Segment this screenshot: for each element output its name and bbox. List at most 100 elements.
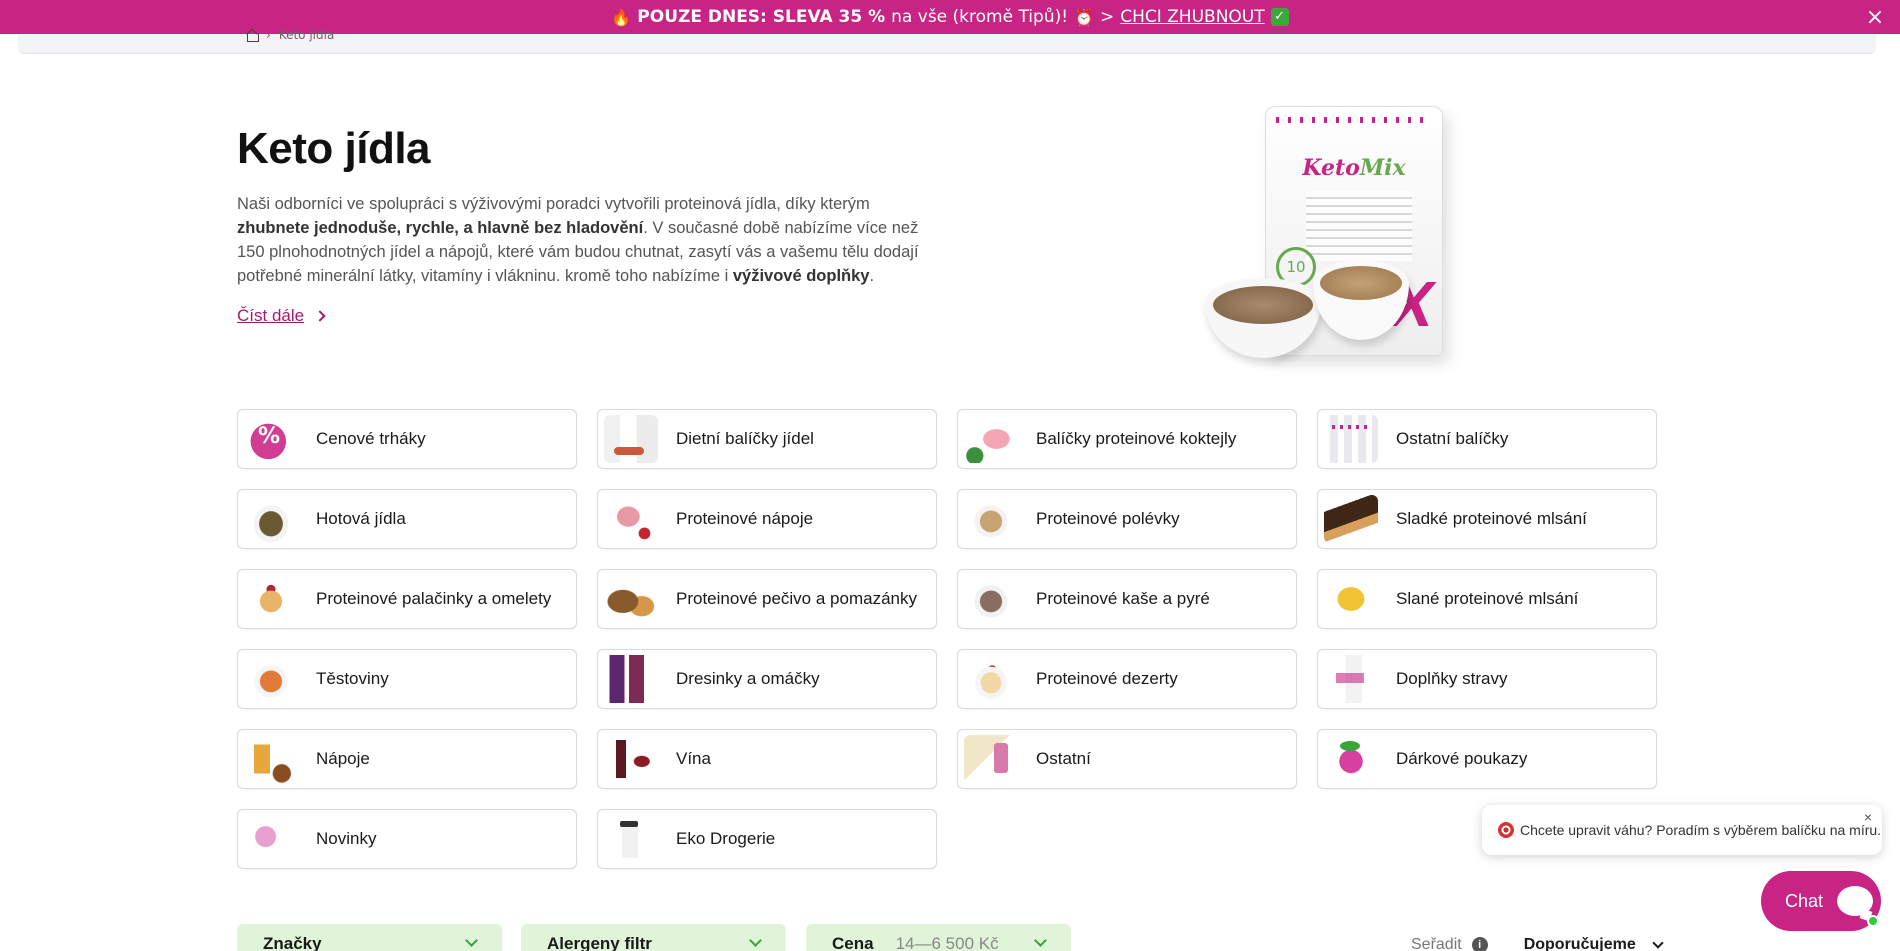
pouch-label-lines: [1306, 191, 1412, 261]
logo-part-keto: Keto: [1302, 155, 1360, 181]
breadcrumb-separator-icon: ›: [266, 28, 271, 42]
category-thumbnail: [244, 495, 298, 543]
home-icon[interactable]: [246, 30, 259, 42]
sort-label: Seřadit: [1411, 936, 1462, 951]
brands-filter[interactable]: Značky: [237, 924, 502, 951]
category-thumbnail: [244, 655, 298, 703]
category-grid: Cenové trháky Dietní balíčky jídel Balíčky…: [237, 409, 1659, 869]
category-thumbnail: [604, 575, 658, 623]
chat-prompt-text: Chcete upravit váhu? Poradím s výběrem b…: [1520, 822, 1882, 838]
category-thumbnail: [244, 815, 298, 863]
promo-close-icon[interactable]: ×: [1862, 4, 1888, 30]
category-card[interactable]: Sladké proteinové mlsání: [1317, 489, 1657, 549]
chat-button[interactable]: Chat: [1761, 871, 1881, 931]
chat-prompt[interactable]: Chcete upravit váhu? Poradím s výběrem b…: [1482, 805, 1882, 855]
page-intro: Naši odborníci ve spolupráci s výživovým…: [237, 192, 937, 288]
category-card[interactable]: Balíčky proteinové koktejly: [957, 409, 1297, 469]
intro-text-3: .: [869, 267, 875, 285]
category-label: Proteinové pečivo a pomazánky: [676, 589, 917, 608]
category-label: Dárkové poukazy: [1396, 749, 1528, 768]
category-card[interactable]: Nápoje: [237, 729, 577, 789]
category-thumbnail: [1324, 415, 1378, 463]
category-card[interactable]: Cenové trháky: [237, 409, 577, 469]
promo-cta-link[interactable]: CHCI ZHUBNOUT: [1120, 7, 1264, 27]
category-thumbnail: [1324, 495, 1378, 543]
chevron-down-icon: [1652, 937, 1664, 949]
logo-part-mix: Mix: [1359, 155, 1406, 181]
page-title: Keto jídla: [237, 124, 431, 173]
intro-bold-2[interactable]: výživové doplňky: [733, 267, 870, 285]
intro-bold-1: zhubnete jednoduše, rychle, a hlavně bez…: [237, 219, 644, 237]
category-label: Těstoviny: [316, 669, 389, 688]
category-card[interactable]: Proteinové dezerty: [957, 649, 1297, 709]
category-card[interactable]: Těstoviny: [237, 649, 577, 709]
online-status-dot: [1867, 915, 1879, 927]
category-thumbnail: [964, 735, 1018, 783]
intro-text-1: Naši odborníci ve spolupráci s výživovým…: [237, 195, 870, 213]
category-label: Balíčky proteinové koktejly: [1036, 429, 1237, 448]
category-card[interactable]: Dietní balíčky jídel: [597, 409, 937, 469]
chat-bubble-icon: [1837, 886, 1874, 916]
category-thumbnail: [964, 415, 1018, 463]
category-card[interactable]: Doplňky stravy: [1317, 649, 1657, 709]
target-icon: [1498, 822, 1514, 838]
alarm-clock-icon: ⏰: [1074, 7, 1094, 27]
category-card[interactable]: Proteinové polévky: [957, 489, 1297, 549]
read-more-label[interactable]: Číst dále: [237, 306, 304, 326]
allergens-filter[interactable]: Alergeny filtr: [521, 924, 786, 951]
category-label: Sladké proteinové mlsání: [1396, 509, 1587, 528]
sort-control[interactable]: Seřadit i Doporučujeme: [1411, 936, 1664, 951]
info-icon[interactable]: i: [1471, 937, 1488, 951]
category-thumbnail: [964, 495, 1018, 543]
category-thumbnail: [604, 655, 658, 703]
promo-text: na vše (kromě Tipů)!: [891, 7, 1069, 27]
price-range: 14—6 500 Kč: [895, 934, 999, 951]
category-thumbnail: [604, 815, 658, 863]
category-card[interactable]: Eko Drogerie: [597, 809, 937, 869]
category-label: Nápoje: [316, 749, 370, 768]
category-card[interactable]: Dárkové poukazy: [1317, 729, 1657, 789]
read-more-link[interactable]: Číst dále: [237, 306, 326, 326]
chevron-down-icon: [749, 934, 762, 947]
category-label: Dresinky a omáčky: [676, 669, 820, 688]
category-card[interactable]: Novinky: [237, 809, 577, 869]
category-label: Proteinové polévky: [1036, 509, 1180, 528]
category-label: Hotová jídla: [316, 509, 406, 528]
category-label: Dietní balíčky jídel: [676, 429, 814, 448]
category-card[interactable]: Proteinové pečivo a pomazánky: [597, 569, 937, 629]
category-thumbnail: [1324, 735, 1378, 783]
allergens-filter-label: Alergeny filtr: [547, 934, 652, 951]
promo-arrow: >: [1099, 7, 1115, 27]
category-label: Doplňky stravy: [1396, 669, 1508, 688]
category-card[interactable]: Proteinové nápoje: [597, 489, 937, 549]
sort-value[interactable]: Doporučujeme: [1524, 936, 1636, 951]
category-label: Ostatní balíčky: [1396, 429, 1509, 448]
check-icon: ✓: [1270, 8, 1289, 26]
category-thumbnail: [964, 575, 1018, 623]
category-thumbnail: [604, 415, 658, 463]
price-filter[interactable]: Cena 14—6 500 Kč: [806, 924, 1071, 951]
category-thumbnail: [604, 495, 658, 543]
chat-prompt-close-icon[interactable]: ×: [1864, 809, 1872, 825]
category-thumbnail: [604, 735, 658, 783]
category-card[interactable]: Hotová jídla: [237, 489, 577, 549]
breadcrumb-current[interactable]: Keto jídla: [279, 28, 335, 42]
pouch-stitch: [1276, 117, 1432, 123]
category-card[interactable]: Proteinové kaše a pyré: [957, 569, 1297, 629]
category-card[interactable]: Dresinky a omáčky: [597, 649, 937, 709]
price-filter-label: Cena: [832, 934, 874, 951]
category-thumbnail: [244, 575, 298, 623]
category-card[interactable]: Proteinové palačinky a omelety: [237, 569, 577, 629]
category-label: Proteinové palačinky a omelety: [316, 589, 552, 608]
category-label: Vína: [676, 749, 711, 768]
category-label: Proteinové kaše a pyré: [1036, 589, 1210, 608]
hero-product-image: KetoMix 10 X: [1195, 100, 1495, 370]
category-card[interactable]: Ostatní balíčky: [1317, 409, 1657, 469]
category-thumbnail: [1324, 655, 1378, 703]
category-label: Novinky: [316, 829, 377, 848]
chat-button-label: Chat: [1785, 890, 1824, 911]
category-card[interactable]: Ostatní: [957, 729, 1297, 789]
category-thumbnail: [964, 655, 1018, 703]
category-card[interactable]: Vína: [597, 729, 937, 789]
category-card[interactable]: Slané proteinové mlsání: [1317, 569, 1657, 629]
